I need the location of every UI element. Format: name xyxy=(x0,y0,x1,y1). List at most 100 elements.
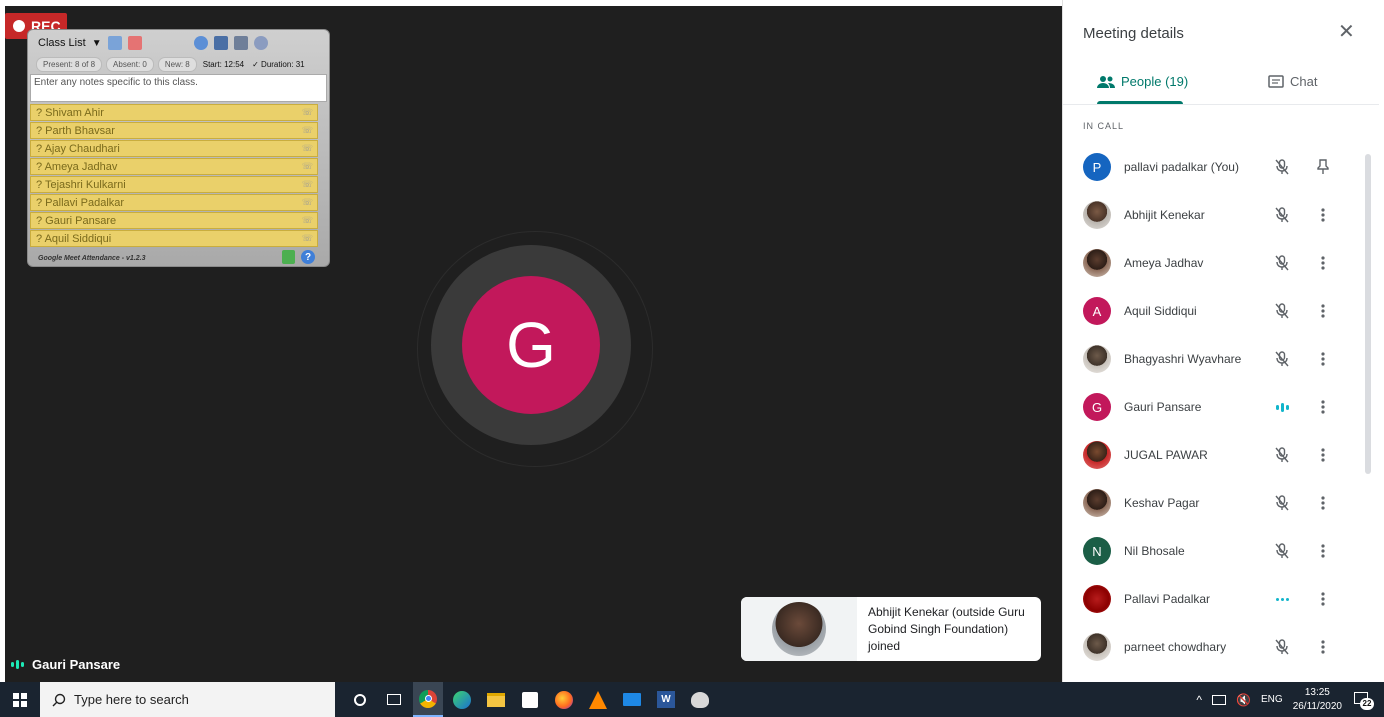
participant-row[interactable]: Keshav Pagar xyxy=(1063,479,1363,527)
student-call-icon[interactable]: ☏ xyxy=(302,197,313,208)
tab-people-label: People (19) xyxy=(1121,74,1189,89)
clock[interactable]: 13:25 26/11/2020 xyxy=(1293,686,1342,714)
student-call-icon[interactable]: ☏ xyxy=(302,125,313,136)
student-row[interactable]: ? Ameya Jadhav ☏ xyxy=(30,158,318,175)
start-button[interactable] xyxy=(0,682,40,717)
meeting-details-panel: Meeting details ✕ People (19) Chat IN CA… xyxy=(1062,0,1379,682)
taskbar-search[interactable]: Type here to search xyxy=(40,682,335,717)
class-notes-input[interactable]: Enter any notes specific to this class. xyxy=(30,74,327,102)
more-options-icon[interactable] xyxy=(1313,253,1333,273)
participant-row[interactable]: parneet chowdhary xyxy=(1063,623,1363,671)
save-icon[interactable] xyxy=(213,36,228,50)
participant-name: JUGAL PAWAR xyxy=(1124,448,1208,462)
more-options-icon[interactable] xyxy=(1313,397,1333,417)
spreadsheet-icon[interactable] xyxy=(282,250,295,264)
participant-row[interactable]: G Gauri Pansare xyxy=(1063,383,1363,431)
mic-off-icon xyxy=(1273,302,1291,320)
student-call-icon[interactable]: ☏ xyxy=(302,233,313,244)
student-row[interactable]: ? Pallavi Padalkar ☏ xyxy=(30,194,318,211)
task-view-icon[interactable] xyxy=(379,682,409,717)
participant-name: Abhijit Kenekar xyxy=(1124,208,1205,222)
store-icon[interactable] xyxy=(515,682,545,717)
student-row[interactable]: ? Ajay Chaudhari ☏ xyxy=(30,140,318,157)
search-placeholder: Type here to search xyxy=(74,692,189,707)
student-name: ? Ameya Jadhav xyxy=(36,160,118,173)
tab-people[interactable]: People (19) xyxy=(1097,74,1188,89)
chat-icon xyxy=(1268,74,1284,88)
volume-muted-icon[interactable]: 🔇 xyxy=(1236,693,1251,707)
student-call-icon[interactable]: ☏ xyxy=(302,215,313,226)
participant-avatar: A xyxy=(1083,297,1111,325)
language-indicator[interactable]: ENG xyxy=(1261,694,1283,705)
student-row[interactable]: ? Aquil Siddiqui ☏ xyxy=(30,230,318,247)
mic-off-icon xyxy=(1273,158,1291,176)
participant-row[interactable]: Ppallavi padalkar (You) xyxy=(1063,143,1363,191)
student-row[interactable]: ? Shivam Ahir ☏ xyxy=(30,104,318,121)
more-options-icon[interactable] xyxy=(1313,637,1333,657)
participant-avatar: G xyxy=(1083,393,1111,421)
duration: ✓ Duration: 31 xyxy=(252,59,305,69)
participant-row[interactable]: Bhagyashri Wyavhare xyxy=(1063,335,1363,383)
student-call-icon[interactable]: ☏ xyxy=(302,107,313,118)
edge-icon[interactable] xyxy=(447,682,477,717)
firefox-icon[interactable] xyxy=(549,682,579,717)
student-row[interactable]: ? Tejashri Kulkarni ☏ xyxy=(30,176,318,193)
chevron-down-icon[interactable]: ▼ xyxy=(92,38,102,49)
file-explorer-icon[interactable] xyxy=(481,682,511,717)
attendance-toolbar: Class List ▼ xyxy=(28,30,329,56)
student-name: ? Ajay Chaudhari xyxy=(36,142,120,155)
export-html-icon[interactable] xyxy=(233,36,248,50)
mic-off-icon xyxy=(1273,206,1291,224)
more-options-icon[interactable] xyxy=(1313,301,1333,321)
notification-count-badge: 22 xyxy=(1360,697,1374,710)
participant-list: Ppallavi padalkar (You) Abhijit Kenekar Am… xyxy=(1063,143,1363,671)
edit-icon[interactable] xyxy=(107,36,122,50)
audio-wave-icon xyxy=(11,660,24,669)
student-call-icon[interactable]: ☏ xyxy=(302,161,313,172)
cortana-icon[interactable] xyxy=(345,682,375,717)
participant-name: Bhagyashri Wyavhare xyxy=(1124,352,1242,366)
class-list-select[interactable]: Class List xyxy=(38,37,86,49)
participant-row[interactable]: Pallavi Padalkar xyxy=(1063,575,1363,623)
clock-time: 13:25 xyxy=(1304,686,1330,698)
refresh-icon[interactable] xyxy=(193,36,208,50)
system-tray: ^ 🔇 ENG 13:25 26/11/2020 22 xyxy=(1196,682,1374,717)
student-call-icon[interactable]: ☏ xyxy=(302,143,313,154)
paint-icon[interactable] xyxy=(685,682,715,717)
participant-name: Gauri Pansare xyxy=(1124,400,1202,414)
more-options-icon[interactable] xyxy=(1313,589,1333,609)
participant-row[interactable]: A Aquil Siddiqui xyxy=(1063,287,1363,335)
pin-icon[interactable] xyxy=(1313,157,1333,177)
mail-icon[interactable] xyxy=(617,682,647,717)
more-options-icon[interactable] xyxy=(1313,205,1333,225)
participant-row[interactable]: N Nil Bhosale xyxy=(1063,527,1363,575)
delete-icon[interactable] xyxy=(127,36,142,50)
participant-name: Nil Bhosale xyxy=(1124,544,1185,558)
settings-icon[interactable] xyxy=(253,36,268,50)
network-icon[interactable] xyxy=(1212,694,1227,705)
vlc-icon[interactable] xyxy=(583,682,613,717)
tray-chevron-up-icon[interactable]: ^ xyxy=(1196,693,1202,707)
help-button[interactable]: ? xyxy=(301,250,315,264)
participant-name: Aquil Siddiqui xyxy=(1124,304,1197,318)
student-row[interactable]: ? Parth Bhavsar ☏ xyxy=(30,122,318,139)
participant-name: Pallavi Padalkar xyxy=(1124,592,1211,606)
student-row[interactable]: ? Gauri Pansare ☏ xyxy=(30,212,318,229)
new-count: New: 8 xyxy=(157,56,197,72)
chrome-icon[interactable] xyxy=(413,682,443,717)
notification-center-icon[interactable]: 22 xyxy=(1352,690,1374,710)
panel-scrollbar[interactable] xyxy=(1365,154,1371,474)
toast-avatar xyxy=(772,602,826,656)
participant-row[interactable]: JUGAL PAWAR xyxy=(1063,431,1363,479)
word-icon[interactable]: W xyxy=(651,682,681,717)
more-options-icon[interactable] xyxy=(1313,349,1333,369)
student-call-icon[interactable]: ☏ xyxy=(302,179,313,190)
more-options-icon[interactable] xyxy=(1313,493,1333,513)
mic-off-icon xyxy=(1273,446,1291,464)
tab-chat[interactable]: Chat xyxy=(1268,74,1317,89)
more-options-icon[interactable] xyxy=(1313,445,1333,465)
participant-row[interactable]: Abhijit Kenekar xyxy=(1063,191,1363,239)
more-options-icon[interactable] xyxy=(1313,541,1333,561)
participant-row[interactable]: Ameya Jadhav xyxy=(1063,239,1363,287)
close-icon[interactable]: ✕ xyxy=(1338,22,1355,42)
